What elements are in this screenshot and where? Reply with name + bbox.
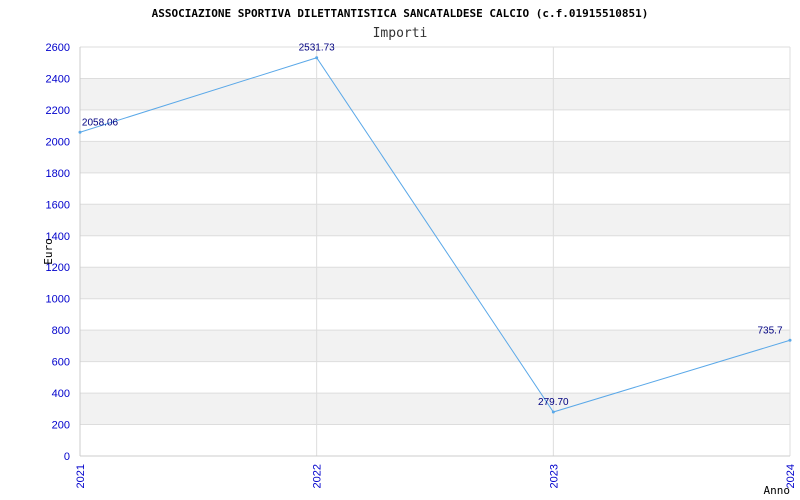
- y-tick-label: 1600: [46, 199, 70, 211]
- data-point: [78, 130, 82, 134]
- x-axis-label: Anno: [764, 484, 791, 497]
- x-tick-label: 2023: [548, 464, 560, 488]
- x-tick-label: 2021: [75, 464, 87, 488]
- x-tick-labels: 2021 2022 2023 2024: [75, 464, 797, 488]
- y-tick-label: 600: [52, 357, 70, 369]
- y-axis-label: Euro: [42, 238, 55, 265]
- x-tick-label: 2022: [312, 464, 324, 488]
- data-label: 279.70: [538, 397, 569, 408]
- plot-band: [80, 393, 790, 425]
- y-tick-label: 2600: [46, 42, 70, 54]
- y-tick-label: 2200: [46, 105, 70, 117]
- y-tick-label: 400: [52, 388, 70, 400]
- chart-title: ASSOCIAZIONE SPORTIVA DILETTANTISTICA SA…: [152, 7, 649, 20]
- data-point: [551, 410, 555, 414]
- plot-band: [80, 204, 790, 236]
- y-tick-label: 2400: [46, 73, 70, 85]
- data-point: [788, 338, 792, 342]
- data-point: [315, 56, 319, 60]
- y-tick-label: 200: [52, 420, 70, 432]
- y-tick-label: 0: [64, 451, 70, 463]
- chart-subtitle: Importi: [373, 26, 428, 41]
- plot-band: [80, 267, 790, 299]
- y-tick-label: 1000: [46, 294, 70, 306]
- plot-band: [80, 78, 790, 110]
- y-tick-label: 800: [52, 325, 70, 337]
- data-label: 2058.06: [82, 117, 119, 128]
- y-tick-label: 2000: [46, 136, 70, 148]
- line-chart: ASSOCIAZIONE SPORTIVA DILETTANTISTICA SA…: [42, 7, 797, 497]
- data-label: 735.7: [757, 325, 782, 336]
- plot-band: [80, 141, 790, 173]
- plot-band: [80, 330, 790, 362]
- data-label: 2531.73: [299, 43, 336, 54]
- y-tick-label: 1800: [46, 168, 70, 180]
